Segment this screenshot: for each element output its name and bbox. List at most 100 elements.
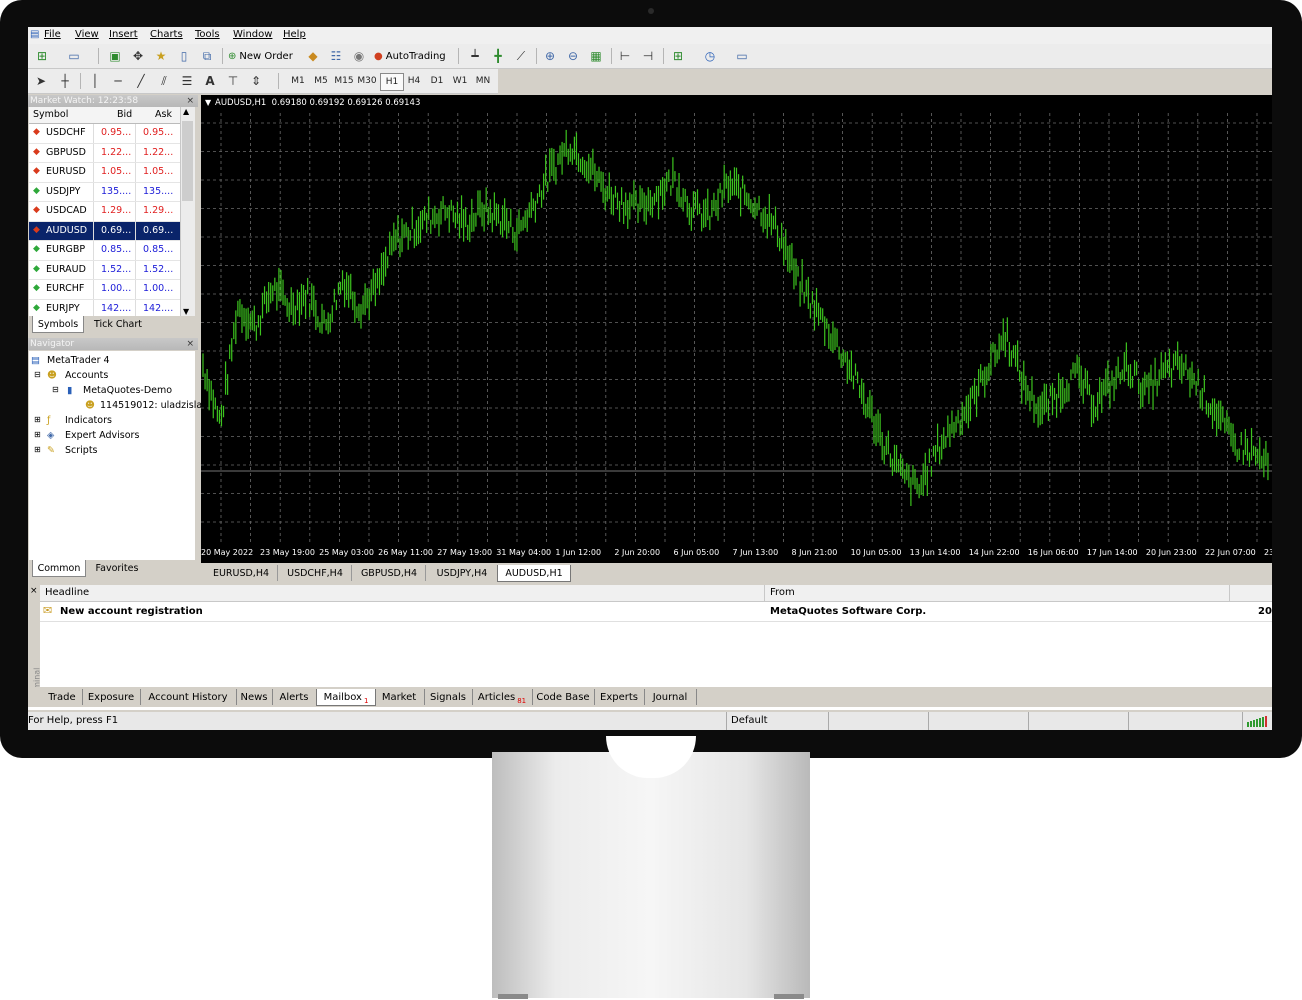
close-icon[interactable]: × [186, 338, 194, 350]
expand-icon[interactable]: ⊞ [34, 415, 41, 424]
expand-icon[interactable]: ⊞ [34, 430, 41, 439]
table-row[interactable]: ◆ USDCAD 1.29... 1.29... [29, 202, 195, 222]
expand-icon[interactable]: ⊞ [34, 445, 41, 454]
timeframe-d1[interactable]: D1 [426, 73, 448, 89]
close-icon[interactable]: × [186, 95, 194, 107]
timeframe-w1[interactable]: W1 [449, 73, 471, 89]
close-icon[interactable]: × [30, 586, 38, 596]
timeframe-h1[interactable]: H1 [380, 73, 404, 91]
scrollbar-thumb[interactable] [182, 121, 193, 201]
terminal-tab-alerts[interactable]: Alerts [272, 689, 317, 705]
chart-tab-usdjpy-h4[interactable]: USDJPY,H4 [427, 565, 498, 581]
terminal-tab-market[interactable]: Market [374, 689, 425, 705]
tile-windows-icon[interactable]: ▦ [587, 47, 605, 65]
line-chart-icon[interactable]: ⟋ [512, 47, 530, 65]
horizontal-line-icon[interactable]: ─ [109, 72, 127, 90]
menu-charts[interactable]: Charts [150, 29, 183, 40]
text-label-icon[interactable]: ⊤ [224, 72, 242, 90]
autotrading-button[interactable]: ● AutoTrading [374, 47, 446, 65]
connection-status-icon[interactable] [1247, 716, 1269, 727]
new-chart-icon[interactable]: ⊞ [33, 47, 51, 65]
scroll-up-icon[interactable]: ▲ [183, 107, 189, 116]
tab-favorites[interactable]: Favorites [88, 560, 146, 576]
signals-icon[interactable]: ◉ [350, 47, 368, 65]
collapse-icon[interactable]: ⊟ [52, 385, 59, 394]
chart-tab-gbpusd-h4[interactable]: GBPUSD,H4 [353, 565, 426, 581]
tree-server[interactable]: MetaQuotes-Demo [83, 385, 172, 396]
candlesticks-icon[interactable]: ╋ [489, 47, 507, 65]
market-watch-icon[interactable]: ▣ [106, 47, 124, 65]
timeframe-mn[interactable]: MN [472, 73, 494, 89]
timeframe-m5[interactable]: M5 [310, 73, 332, 89]
table-row[interactable]: ◆ EURCHF 1.00... 1.00... [29, 280, 195, 300]
timeframe-m1[interactable]: M1 [287, 73, 309, 89]
menu-file[interactable]: File [44, 29, 61, 40]
tab-common[interactable]: Common [32, 560, 86, 577]
tab-symbols[interactable]: Symbols [32, 316, 84, 333]
header-symbol[interactable]: Symbol [33, 109, 68, 120]
zoom-in-icon[interactable]: ⊕ [541, 47, 559, 65]
chart-canvas[interactable] [201, 95, 1272, 563]
table-row[interactable]: ◆ USDJPY 135.... 135.... [29, 182, 195, 202]
templates-dropdown-icon[interactable]: ▭ [733, 47, 751, 65]
terminal-tab-experts[interactable]: Experts [594, 689, 645, 705]
menu-tools[interactable]: Tools [195, 29, 220, 40]
table-row[interactable]: ◆ USDCHF 0.95... 0.95... [29, 124, 195, 144]
message-row[interactable]: ✉ New account registration MetaQuotes So… [40, 603, 1272, 622]
terminal-icon[interactable]: ▯ [175, 47, 193, 65]
chart-tab-audusd-h1[interactable]: AUDUSD,H1 [497, 565, 571, 582]
timeframe-h4[interactable]: H4 [403, 73, 425, 89]
collapse-icon[interactable]: ⊟ [34, 370, 41, 379]
autoscroll-icon[interactable]: ⊣ [639, 47, 657, 65]
terminal-tab-exposure[interactable]: Exposure [82, 689, 141, 705]
table-row[interactable]: ◆ GBPUSD 1.22... 1.22... [29, 143, 195, 163]
scroll-down-icon[interactable]: ▼ [183, 307, 189, 316]
chart-tab-eurusd-h4[interactable]: EURUSD,H4 [205, 565, 278, 581]
timeframe-m15[interactable]: M15 [333, 73, 355, 89]
fibonacci-icon[interactable]: ☰ [178, 72, 196, 90]
terminal-tab-trade[interactable]: Trade [42, 689, 83, 705]
column-date[interactable] [1230, 585, 1272, 602]
menu-insert[interactable]: Insert [109, 29, 138, 40]
bar-chart-icon[interactable]: ┷ [466, 47, 484, 65]
profiles-icon[interactable]: ▭ [65, 47, 83, 65]
column-headline[interactable]: Headline [40, 585, 765, 602]
timeframe-m30[interactable]: M30 [356, 73, 378, 89]
terminal-tab-account-history[interactable]: Account History [140, 689, 237, 705]
menu-view[interactable]: View [75, 29, 99, 40]
options-icon[interactable]: ☷ [327, 47, 345, 65]
new-order-button[interactable]: ⊕ New Order [228, 47, 293, 65]
periods-dropdown-icon[interactable]: ◷ [701, 47, 719, 65]
tree-accounts[interactable]: Accounts [65, 370, 108, 381]
header-bid[interactable]: Bid [117, 109, 132, 120]
price-chart[interactable]: ▼ AUDUSD,H1 0.69180 0.69192 0.69126 0.69… [201, 95, 1272, 563]
chart-dropdown-icon[interactable]: ▼ [205, 98, 211, 107]
chart-tab-usdchf-h4[interactable]: USDCHF,H4 [279, 565, 352, 581]
table-row[interactable]: ◆ EURAUD 1.52... 1.52... [29, 260, 195, 280]
text-icon[interactable]: A [201, 72, 219, 90]
menu-window[interactable]: Window [233, 29, 272, 40]
tree-indicators[interactable]: Indicators [65, 415, 112, 426]
market-watch-scrollbar[interactable]: ▲ ▼ [180, 107, 195, 319]
menu-help[interactable]: Help [283, 29, 306, 40]
zoom-out-icon[interactable]: ⊖ [564, 47, 582, 65]
tree-account[interactable]: 114519012: uladzisla [100, 400, 202, 411]
terminal-tab-journal[interactable]: Journal [644, 689, 697, 705]
terminal-tab-code-base[interactable]: Code Base [532, 689, 595, 705]
column-from[interactable]: From [765, 585, 1230, 602]
data-window-icon[interactable]: ✥ [129, 47, 147, 65]
crosshair-icon[interactable]: ┼ [56, 72, 74, 90]
cursor-icon[interactable]: ➤ [32, 72, 50, 90]
tab-tick-chart[interactable]: Tick Chart [86, 316, 150, 332]
terminal-tab-news[interactable]: News [236, 689, 273, 705]
terminal-tab-mailbox[interactable]: Mailbox 1 [316, 689, 376, 706]
channel-icon[interactable]: ⫽ [155, 72, 173, 90]
tree-expert-advisors[interactable]: Expert Advisors [65, 430, 139, 441]
strategy-tester-icon[interactable]: ⧉ [198, 47, 216, 65]
tree-root[interactable]: MetaTrader 4 [47, 355, 110, 366]
tree-scripts[interactable]: Scripts [65, 445, 98, 456]
vertical-line-icon[interactable]: │ [86, 72, 104, 90]
table-row[interactable]: ◆ EURUSD 1.05... 1.05... [29, 163, 195, 183]
terminal-tab-articles[interactable]: Articles 81 [472, 689, 533, 705]
table-row[interactable]: ◆ EURGBP 0.85... 0.85... [29, 241, 195, 261]
